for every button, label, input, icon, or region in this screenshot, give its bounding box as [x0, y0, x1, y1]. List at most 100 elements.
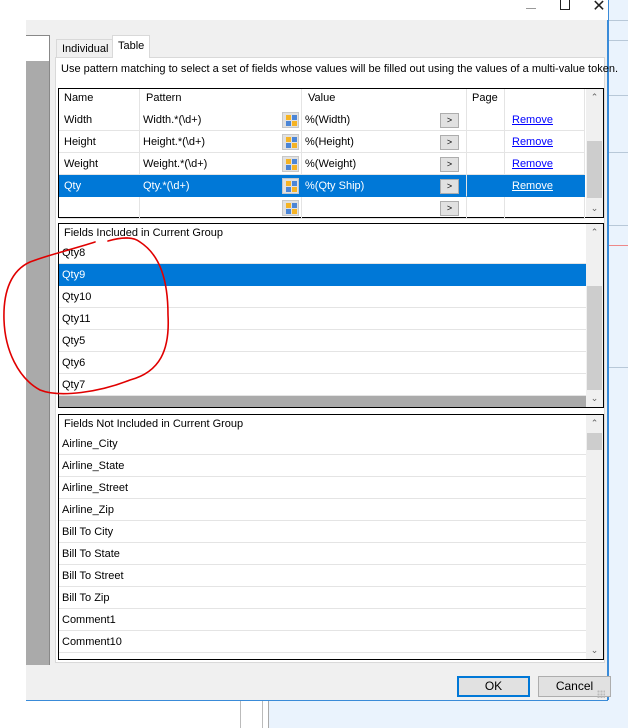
- list-empty-area: [59, 396, 587, 407]
- value-cell[interactable]: >: [302, 197, 467, 219]
- not-included-field-item[interactable]: Bill To City: [59, 521, 587, 543]
- field-picker-button[interactable]: [282, 156, 299, 172]
- token-arrow-button[interactable]: >: [440, 113, 459, 128]
- column-header-value[interactable]: Value: [302, 89, 467, 109]
- remove-link[interactable]: Remove: [508, 114, 553, 126]
- maximize-icon: [560, 0, 570, 10]
- column-header-pattern[interactable]: Pattern: [140, 89, 302, 109]
- not-included-field-item[interactable]: Bill To State: [59, 543, 587, 565]
- value-cell[interactable]: %(Height) >: [302, 131, 467, 153]
- pattern-cell[interactable]: [140, 197, 302, 219]
- grid-row[interactable]: Height Height.*(\d+) %(Height) > Remove: [59, 131, 586, 153]
- close-button[interactable]: ✕: [582, 0, 616, 20]
- value-cell[interactable]: %(Width) >: [302, 109, 467, 131]
- column-header-name[interactable]: Name: [59, 89, 140, 109]
- token-arrow-button[interactable]: >: [440, 157, 459, 172]
- page-cell[interactable]: [467, 153, 505, 175]
- value-cell[interactable]: %(Qty Ship) >: [302, 175, 467, 197]
- remove-link[interactable]: Remove: [508, 158, 553, 170]
- pattern-text: Qty.*(\d+): [143, 180, 190, 192]
- value-text: %(Height): [305, 136, 354, 148]
- remove-link[interactable]: Remove: [508, 136, 553, 148]
- scroll-thumb[interactable]: [587, 286, 602, 390]
- name-cell[interactable]: Width: [59, 109, 140, 131]
- grid-row[interactable]: Width Width.*(\d+) %(Width) > Remove: [59, 109, 586, 131]
- maximize-button[interactable]: [548, 0, 582, 20]
- left-panel-field[interactable]: [26, 35, 50, 61]
- field-picker-icon: [286, 181, 291, 186]
- field-picker-button[interactable]: [282, 134, 299, 150]
- tab-table[interactable]: Table: [112, 35, 151, 58]
- scroll-down-icon[interactable]: ⌄: [586, 200, 603, 217]
- remove-cell: Remove: [505, 109, 585, 131]
- pattern-cell[interactable]: Weight.*(\d+): [140, 153, 302, 175]
- tab-individual[interactable]: Individual: [56, 39, 115, 57]
- value-text: %(Qty Ship): [305, 180, 365, 192]
- remove-link[interactable]: Remove: [508, 180, 553, 192]
- minimize-icon: [526, 8, 536, 9]
- token-arrow-button[interactable]: >: [440, 135, 459, 150]
- included-fields-list: Fields Included in Current Group Qty8 Qty…: [58, 223, 604, 408]
- pattern-cell[interactable]: Width.*(\d+): [140, 109, 302, 131]
- included-field-item[interactable]: Qty6: [59, 352, 587, 374]
- included-list-scrollbar[interactable]: ⌃ ⌄: [586, 224, 603, 407]
- included-field-item[interactable]: Qty9: [59, 264, 587, 286]
- pattern-grid: Name Pattern Value Page Width Width.*(\d+…: [58, 88, 604, 219]
- pattern-dialog: ✕ Individual Table Use pattern matching …: [26, 0, 618, 701]
- included-field-item[interactable]: Qty11: [59, 308, 587, 330]
- remove-cell: [505, 197, 585, 219]
- field-picker-button[interactable]: [282, 178, 299, 194]
- pattern-text: Height.*(\d+): [143, 136, 206, 148]
- scroll-up-icon[interactable]: ⌃: [586, 415, 603, 432]
- table-tab-page: Use pattern matching to select a set of …: [55, 57, 618, 663]
- included-field-item[interactable]: Qty10: [59, 286, 587, 308]
- not-included-field-item[interactable]: Airline_City: [59, 433, 587, 455]
- description-text: Use pattern matching to select a set of …: [61, 63, 619, 75]
- token-arrow-button[interactable]: >: [440, 179, 459, 194]
- page-cell[interactable]: [467, 175, 505, 197]
- grid-row[interactable]: >: [59, 197, 586, 219]
- name-cell[interactable]: [59, 197, 140, 219]
- scroll-up-icon[interactable]: ⌃: [586, 89, 603, 106]
- not-included-fields-header: Fields Not Included in Current Group: [64, 418, 244, 430]
- scroll-up-icon[interactable]: ⌃: [586, 224, 603, 241]
- background-window: [608, 0, 628, 728]
- not-included-field-item[interactable]: Bill To Zip: [59, 587, 587, 609]
- not-included-field-item[interactable]: Bill To Street: [59, 565, 587, 587]
- field-picker-button[interactable]: [282, 112, 299, 128]
- not-included-field-item[interactable]: Airline_Zip: [59, 499, 587, 521]
- column-header-page[interactable]: Page: [467, 89, 505, 109]
- column-header-actions: [505, 89, 585, 109]
- scroll-down-icon[interactable]: ⌄: [586, 390, 603, 407]
- included-field-item[interactable]: Qty5: [59, 330, 587, 352]
- ok-button[interactable]: OK: [457, 676, 530, 697]
- field-picker-button[interactable]: [282, 200, 299, 216]
- pattern-cell[interactable]: Height.*(\d+): [140, 131, 302, 153]
- name-cell[interactable]: Weight: [59, 153, 140, 175]
- minimize-button[interactable]: [514, 0, 548, 20]
- name-cell[interactable]: Qty: [59, 175, 140, 197]
- name-cell[interactable]: Height: [59, 131, 140, 153]
- not-included-field-item[interactable]: Airline_Street: [59, 477, 587, 499]
- grid-row[interactable]: Weight Weight.*(\d+) %(Weight) > Remove: [59, 153, 586, 175]
- not-included-field-item[interactable]: Comment10: [59, 631, 587, 653]
- field-picker-icon: [286, 159, 291, 164]
- grid-row[interactable]: Qty Qty.*(\d+) %(Qty Ship) > Remove: [59, 175, 586, 197]
- included-field-item[interactable]: Qty8: [59, 242, 587, 264]
- remove-cell: Remove: [505, 153, 585, 175]
- not-included-list-scrollbar[interactable]: ⌃ ⌄: [586, 415, 603, 659]
- pattern-cell[interactable]: Qty.*(\d+): [140, 175, 302, 197]
- page-cell[interactable]: [467, 197, 505, 219]
- not-included-field-item[interactable]: Airline_State: [59, 455, 587, 477]
- page-cell[interactable]: [467, 109, 505, 131]
- scroll-thumb[interactable]: [587, 433, 602, 450]
- scroll-down-icon[interactable]: ⌄: [586, 642, 603, 659]
- scroll-thumb[interactable]: [587, 141, 602, 198]
- not-included-field-item[interactable]: Comment1: [59, 609, 587, 631]
- value-cell[interactable]: %(Weight) >: [302, 153, 467, 175]
- token-arrow-button[interactable]: >: [440, 201, 459, 216]
- resize-grip-icon[interactable]: [597, 690, 605, 698]
- included-field-item[interactable]: Qty7: [59, 374, 587, 396]
- grid-vertical-scrollbar[interactable]: ⌃ ⌄: [586, 89, 603, 217]
- page-cell[interactable]: [467, 131, 505, 153]
